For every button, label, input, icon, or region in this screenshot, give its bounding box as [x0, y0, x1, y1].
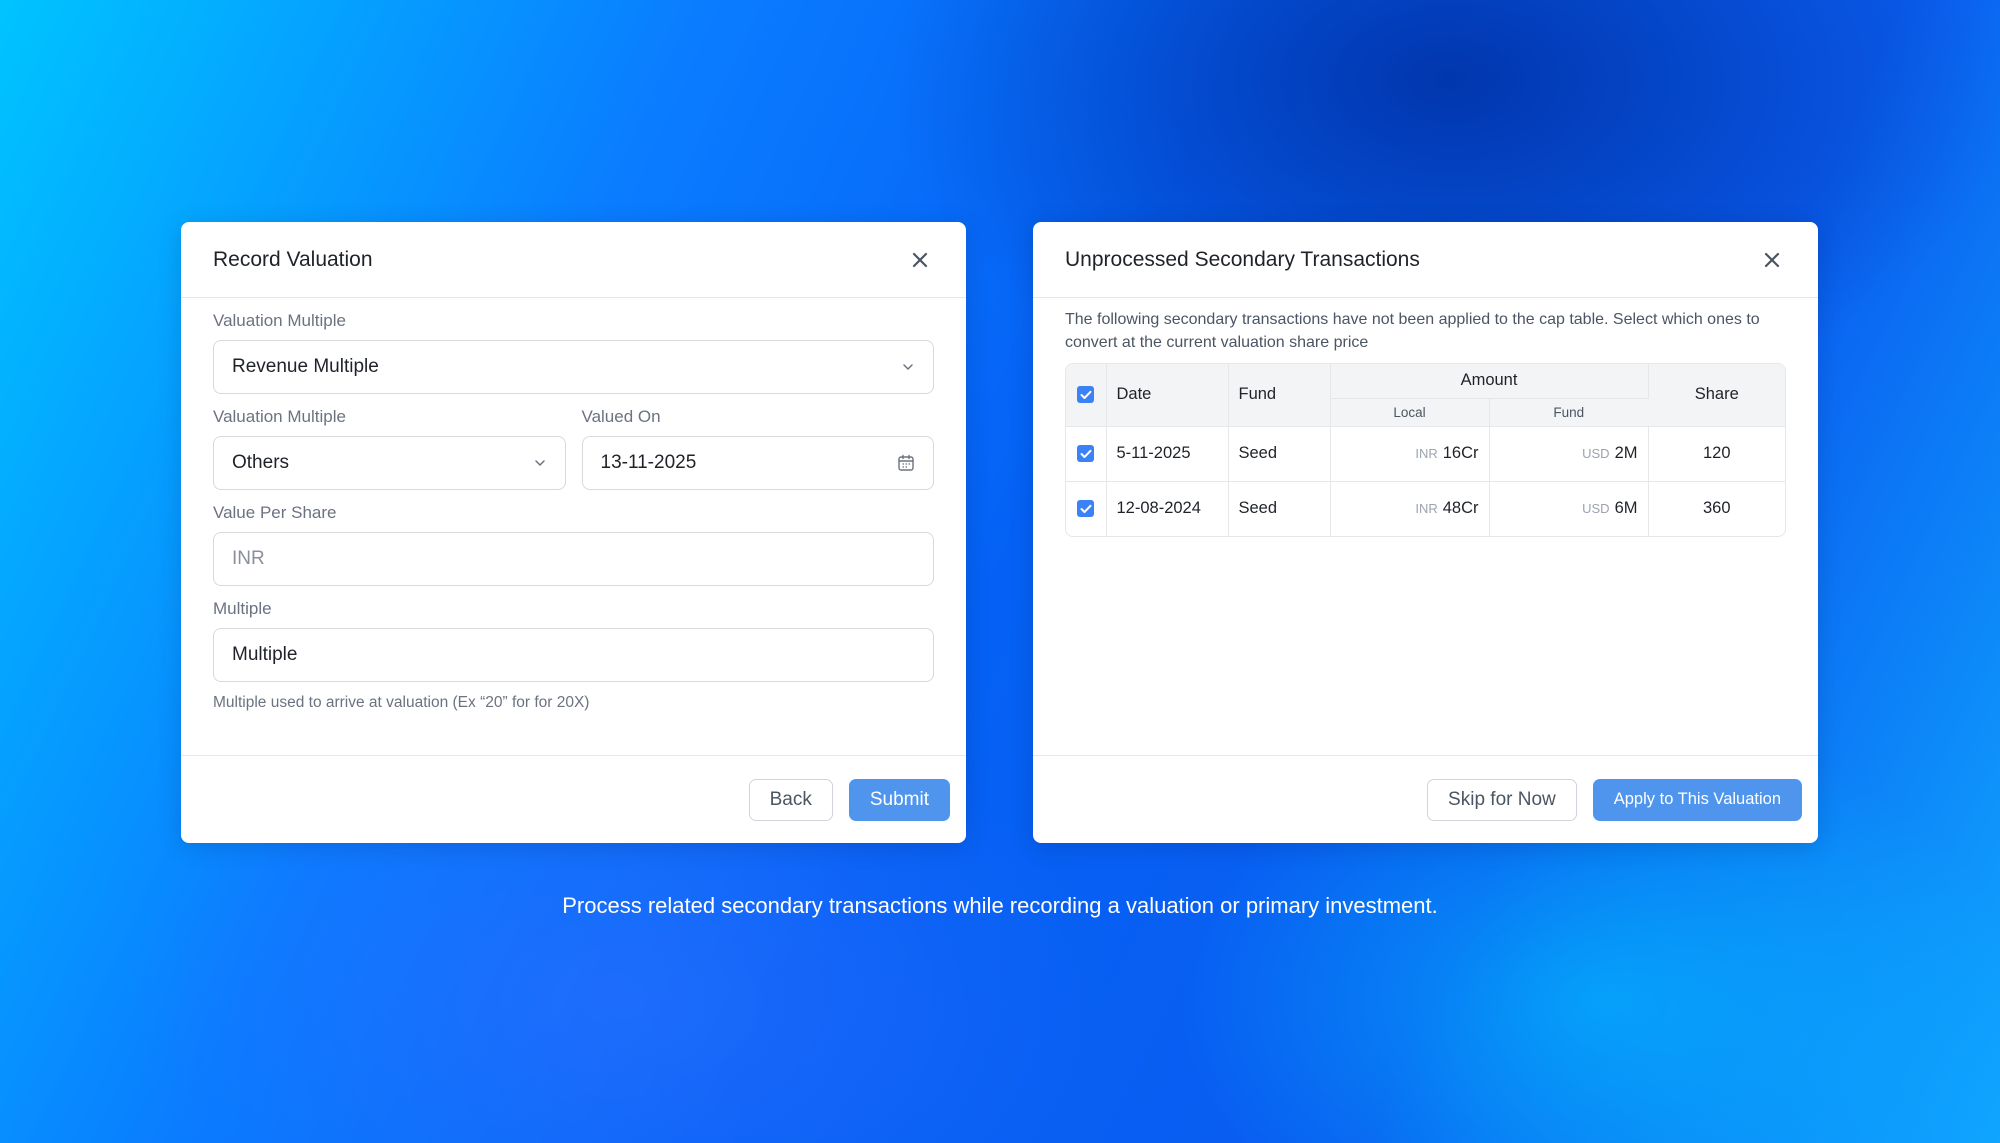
field-label: Valued On	[581, 407, 661, 426]
column-header-local: Local	[1330, 398, 1490, 427]
submit-button[interactable]: Submit	[848, 778, 950, 821]
input-placeholder: INR	[232, 548, 265, 569]
multiple-hint: Multiple used to arrive at valuation (Ex…	[213, 694, 590, 711]
modal-title: Record Valuation	[213, 247, 373, 271]
table-row[interactable]: 5-11-2025 Seed INR 16Cr USD 2M 120	[1066, 426, 1785, 482]
field-label: Valuation Multiple	[213, 311, 346, 330]
field-label: Valuation Multiple	[213, 407, 346, 426]
modal-description: The following secondary transactions hav…	[1065, 311, 1760, 351]
currency-code: INR	[1415, 446, 1438, 461]
field-label: Multiple	[213, 599, 272, 618]
cell-date: 5-11-2025	[1106, 426, 1229, 482]
valuation-form: Valuation Multiple Revenue Multiple Valu…	[181, 312, 966, 712]
column-header-date: Date	[1106, 364, 1229, 427]
row-checkbox[interactable]	[1077, 500, 1095, 518]
date-value: 13-11-2025	[600, 452, 697, 473]
close-button[interactable]	[906, 246, 934, 274]
select-all-cell	[1066, 364, 1107, 427]
amount-value: 2M	[1614, 444, 1638, 462]
valuation-multiple-select[interactable]: Revenue Multiple	[213, 340, 934, 394]
cell-local-amount: INR 48Cr	[1330, 481, 1490, 536]
back-button[interactable]: Back	[748, 778, 833, 821]
value-per-share-input[interactable]: INR	[213, 532, 934, 586]
checkmark-icon	[1080, 449, 1092, 458]
cell-fund-amount: USD 6M	[1489, 481, 1649, 536]
column-header-fund: Fund	[1228, 364, 1331, 427]
chevron-down-icon	[903, 364, 913, 371]
record-valuation-modal: Record Valuation Valuation Multiple Reve…	[181, 222, 966, 843]
amount-value: 16Cr	[1442, 444, 1479, 462]
cell-local-amount: INR 16Cr	[1330, 426, 1490, 482]
cell-share: 360	[1702, 499, 1731, 518]
modal-footer: Back Submit	[181, 755, 966, 843]
column-header-fund-amount: Fund	[1489, 398, 1648, 427]
chevron-down-icon	[534, 460, 545, 467]
cell-fund-amount: USD 2M	[1489, 426, 1649, 482]
cell-fund: Seed	[1228, 426, 1331, 482]
currency-code: USD	[1582, 446, 1610, 461]
column-header-amount: Amount	[1330, 364, 1649, 399]
cell-date: 12-08-2024	[1106, 481, 1229, 536]
currency-code: INR	[1415, 501, 1438, 517]
checkmark-icon	[1080, 390, 1092, 399]
row-checkbox-cell	[1066, 426, 1107, 482]
secondary-transactions-modal: Unprocessed Secondary Transactions The f…	[1033, 222, 1818, 843]
select-all-checkbox[interactable]	[1077, 386, 1095, 404]
apply-to-valuation-button[interactable]: Apply to This Valuation	[1592, 778, 1802, 821]
checkmark-icon	[1080, 504, 1092, 513]
amount-value: 48Cr	[1442, 499, 1479, 518]
input-value: Multiple	[232, 644, 298, 665]
transactions-table: Date Fund Amount Share Local Fund 5-11-2…	[1065, 363, 1786, 537]
calendar-icon[interactable]	[897, 454, 915, 472]
row-checkbox-cell	[1066, 481, 1107, 536]
row-checkbox[interactable]	[1077, 445, 1095, 463]
cell-fund: Seed	[1228, 481, 1331, 536]
multiple-input[interactable]: Multiple	[213, 628, 934, 682]
cell-share: 120	[1648, 426, 1785, 482]
select-value: Revenue Multiple	[232, 356, 379, 377]
close-icon	[1764, 252, 1780, 267]
modal-header: Record Valuation	[181, 222, 966, 298]
skip-for-now-button[interactable]: Skip for Now	[1427, 778, 1577, 821]
column-header-share: Share	[1648, 364, 1785, 427]
modal-title: Unprocessed Secondary Transactions	[1065, 247, 1420, 271]
close-icon	[912, 252, 928, 267]
close-button[interactable]	[1758, 246, 1786, 274]
caption-text: Process related secondary transactions w…	[562, 893, 1438, 918]
field-label: Value Per Share	[213, 503, 337, 522]
currency-code: USD	[1582, 501, 1610, 517]
modal-header: Unprocessed Secondary Transactions	[1033, 222, 1818, 298]
amount-value: 6M	[1614, 499, 1638, 518]
select-value: Others	[232, 452, 290, 473]
valued-on-date-input[interactable]: 13-11-2025	[581, 436, 934, 490]
table-row[interactable]: 12-08-2024 Seed INR 48Cr USD 6M 360	[1066, 481, 1785, 536]
modal-footer: Skip for Now Apply to This Valuation	[1033, 755, 1818, 843]
valuation-multiple-type-select[interactable]: Others	[213, 436, 566, 490]
